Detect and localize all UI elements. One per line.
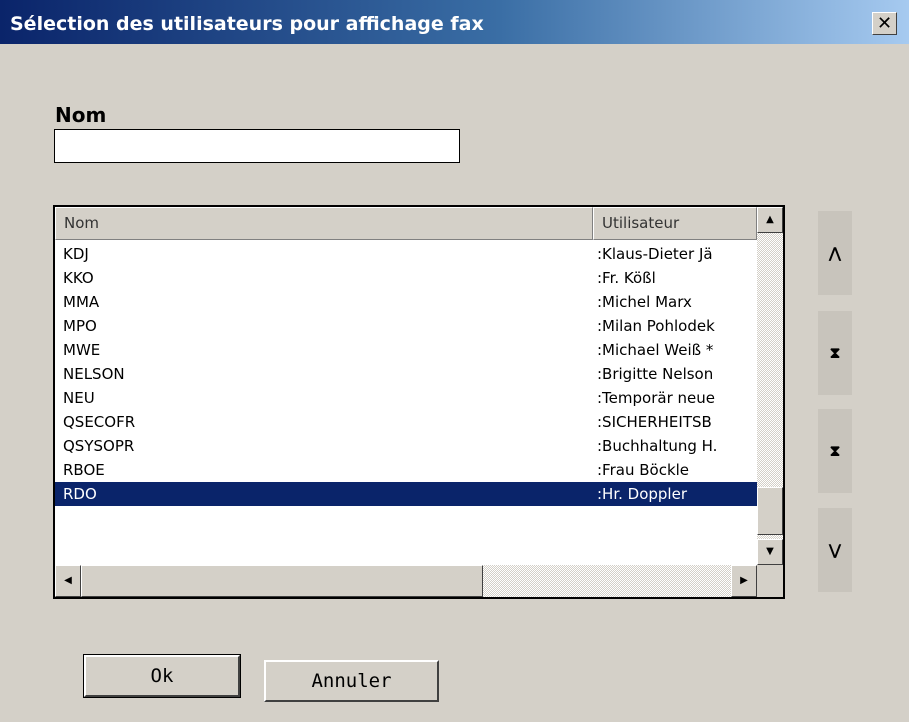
move-down-button[interactable]: ⋁	[818, 508, 852, 592]
column-header-utilisateur[interactable]: Utilisateur	[593, 207, 757, 240]
move-up-button[interactable]: ⋀	[818, 211, 852, 295]
close-icon: ✕	[876, 12, 893, 34]
jump-bottom-icon: ⧗	[829, 442, 841, 460]
triangle-up-icon: ▲	[766, 214, 774, 225]
cell-utilisateur: :Frau Böckle	[597, 461, 690, 479]
table-row[interactable]: NEU :Temporär neue	[55, 386, 757, 410]
column-header-nom[interactable]: Nom	[55, 207, 593, 240]
cell-utilisateur: :Michael Weiß *	[597, 341, 714, 359]
cell-nom: KDJ	[63, 245, 89, 263]
scroll-up-button[interactable]: ▲	[757, 207, 783, 233]
table-row[interactable]: KDJ :Klaus-Dieter Jä	[55, 242, 757, 266]
cell-nom: RDO	[63, 485, 97, 503]
move-top-button[interactable]: ⧗	[818, 311, 852, 395]
cell-nom: NELSON	[63, 365, 125, 383]
triangle-down-icon: ▼	[766, 546, 774, 557]
cell-nom: MPO	[63, 317, 97, 335]
name-input[interactable]	[54, 129, 460, 163]
table-row[interactable]: RDO :Hr. Doppler	[55, 482, 757, 506]
triangle-right-icon: ▶	[740, 575, 748, 586]
table-row[interactable]: MWE :Michael Weiß *	[55, 338, 757, 362]
list-header: Nom Utilisateur	[55, 207, 757, 240]
table-row[interactable]: KKO :Fr. Kößl	[55, 266, 757, 290]
cell-utilisateur: :SICHERHEITSB	[597, 413, 712, 431]
horizontal-scroll-thumb[interactable]	[81, 565, 483, 597]
name-label: Nom	[55, 103, 107, 127]
table-row[interactable]: QSYSOPR :Buchhaltung H.	[55, 434, 757, 458]
cell-utilisateur: :Temporär neue	[597, 389, 715, 407]
title-bar: Sélection des utilisateurs pour affichag…	[0, 0, 909, 44]
chevron-down-icon: ⋁	[828, 541, 842, 559]
table-row[interactable]: MMA :Michel Marx	[55, 290, 757, 314]
cell-utilisateur: :Fr. Kößl	[597, 269, 656, 287]
list-rows: KDJ :Klaus-Dieter Jä KKO :Fr. Kößl MMA :Miche…	[55, 242, 757, 506]
table-row[interactable]: RBOE :Frau Böckle	[55, 458, 757, 482]
cancel-button[interactable]: Annuler	[264, 660, 439, 702]
scrollbar-corner	[757, 565, 783, 597]
triangle-left-icon: ◀	[64, 575, 72, 586]
scroll-down-button[interactable]: ▼	[757, 539, 783, 565]
cell-utilisateur: :Klaus-Dieter Jä	[597, 245, 713, 263]
chevron-up-icon: ⋀	[828, 244, 842, 262]
cell-utilisateur: :Buchhaltung H.	[597, 437, 718, 455]
window-title: Sélection des utilisateurs pour affichag…	[10, 13, 484, 35]
cell-nom: MMA	[63, 293, 100, 311]
cell-nom: QSYSOPR	[63, 437, 135, 455]
cell-utilisateur: :Michel Marx	[597, 293, 692, 311]
ok-button[interactable]: Ok	[83, 654, 241, 698]
cell-utilisateur: :Milan Pohlodek	[597, 317, 715, 335]
cell-nom: RBOE	[63, 461, 105, 479]
cell-nom: KKO	[63, 269, 94, 287]
horizontal-scrollbar[interactable]: ◀ ▶	[55, 565, 757, 597]
cell-utilisateur: :Brigitte Nelson	[597, 365, 714, 383]
cell-nom: MWE	[63, 341, 101, 359]
scroll-left-button[interactable]: ◀	[55, 565, 81, 597]
user-list: Nom Utilisateur KDJ :Klaus-Dieter Jä KKO :F…	[53, 205, 785, 599]
table-row[interactable]: MPO :Milan Pohlodek	[55, 314, 757, 338]
cell-nom: NEU	[63, 389, 95, 407]
jump-top-icon: ⧗	[829, 344, 841, 362]
cell-utilisateur: :Hr. Doppler	[597, 485, 687, 503]
vertical-scroll-thumb[interactable]	[757, 487, 783, 535]
vertical-scrollbar[interactable]: ▲ ▼	[757, 207, 783, 565]
scroll-right-button[interactable]: ▶	[731, 565, 757, 597]
table-row[interactable]: NELSON :Brigitte Nelson	[55, 362, 757, 386]
close-button[interactable]: ✕	[872, 12, 897, 35]
move-bottom-button[interactable]: ⧗	[818, 409, 852, 493]
table-row[interactable]: QSECOFR :SICHERHEITSB	[55, 410, 757, 434]
cell-nom: QSECOFR	[63, 413, 136, 431]
